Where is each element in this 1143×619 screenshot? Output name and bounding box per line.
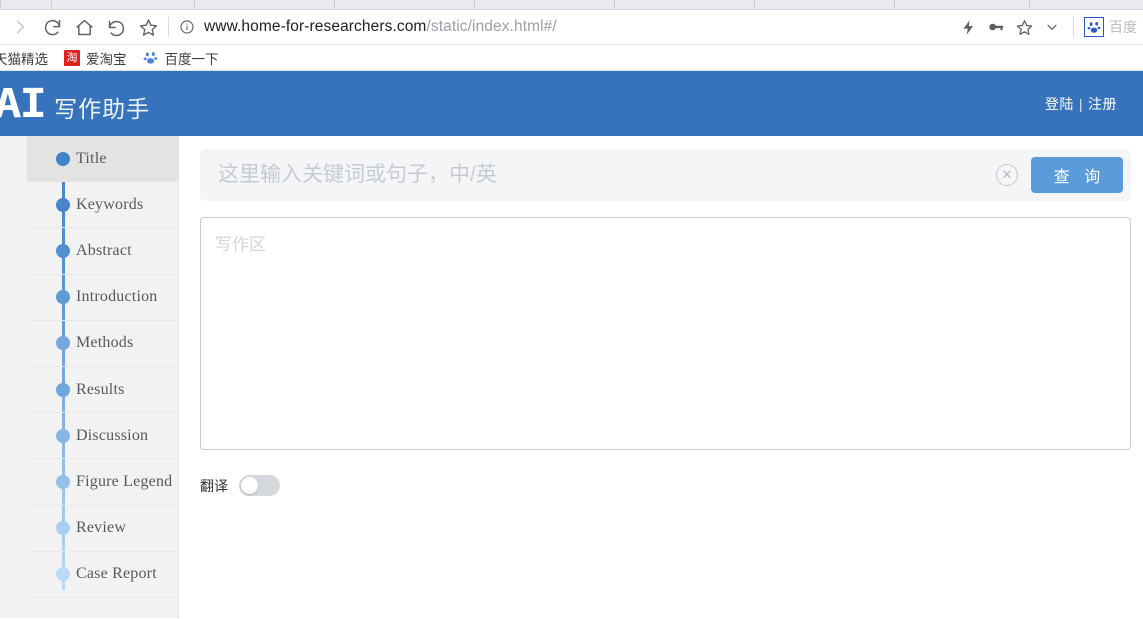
translate-label: 翻译 [200,477,228,494]
main-content: ✕ 查 询 翻译 [179,136,1143,618]
browser-chrome: www.home-for-researchers.com/static/inde… [0,0,1143,71]
search-button[interactable]: 查 询 [1031,157,1123,193]
sidebar-item-label: Case Report [76,565,157,583]
baidu-paw-icon [1084,17,1104,37]
back-arrow-icon[interactable] [100,12,132,42]
baidu-extension-button[interactable]: 百度 [1082,17,1137,37]
browser-tab[interactable] [895,0,1030,9]
sidebar-item-label: Methods [76,334,134,352]
star-icon[interactable] [132,12,164,42]
timeline-dot-icon [56,243,70,258]
logo-mark: AI [0,80,47,127]
browser-tab[interactable] [475,0,615,9]
toolbar-divider [168,17,169,37]
star-icon[interactable] [1011,13,1037,41]
bookmark-item[interactable]: 百度一下 [135,47,227,69]
timeline-dot-icon [56,197,70,212]
toggle-knob [241,477,258,494]
url-domain: www.home-for-researchers.com [204,18,427,35]
translate-toggle[interactable] [239,475,280,496]
app-body: Title Keywords Abstract Introduction Met… [0,136,1143,618]
sidebar-item-review[interactable]: Review [27,506,179,552]
sidebar-item-label: Keywords [76,195,144,213]
browser-tab[interactable] [335,0,475,9]
register-link[interactable]: 注册 [1088,96,1117,112]
reload-icon[interactable] [36,12,68,42]
sidebar-item-abstract[interactable]: Abstract [27,228,179,275]
timeline-dot-icon [56,567,70,582]
address-bar[interactable]: www.home-for-researchers.com/static/inde… [177,12,955,42]
browser-tab[interactable] [1030,0,1143,9]
sidebar-item-label: Abstract [76,241,132,259]
browser-tab[interactable] [615,0,755,9]
browser-tab[interactable] [0,0,52,9]
sidebar-item-label: Figure Legend [76,472,173,490]
auth-divider: | [1078,95,1083,112]
sidebar-item-label: Introduction [76,288,158,306]
baidu-extension-label: 百度 [1109,19,1137,35]
timeline-dot-icon [56,151,70,166]
close-circle-icon[interactable]: ✕ [996,164,1018,186]
toolbar-right-group: 百度 [955,13,1137,41]
browser-tab[interactable] [52,0,195,9]
url-text: www.home-for-researchers.com/static/inde… [204,18,557,36]
bookmark-bar: 天猫精选 淘 爱淘宝 百度一下 [0,45,1143,71]
timeline-dot-icon [56,336,70,351]
web-page: AI 写作助手 登陆|注册 Title Keywords Abstra [0,71,1143,618]
timeline-dot-icon [56,382,70,397]
search-bar: ✕ 查 询 [200,149,1131,201]
sidebar-item-keywords[interactable]: Keywords [27,182,179,229]
search-input[interactable] [218,150,996,200]
sidebar-item-figure-legend[interactable]: Figure Legend [27,459,179,506]
toolbar-divider [1073,17,1074,37]
bookmark-item[interactable]: 天猫精选 [0,47,56,69]
browser-tab[interactable] [755,0,895,9]
sidebar-item-discussion[interactable]: Discussion [27,413,179,460]
url-path: /static/index.html#/ [426,18,557,35]
translate-control: 翻译 [200,475,1131,496]
browser-tab[interactable] [195,0,335,9]
logo-text: 写作助手 [54,95,151,122]
sidebar-item-results[interactable]: Results [27,367,179,414]
chevron-down-icon[interactable] [1039,13,1065,41]
key-icon[interactable] [983,13,1009,41]
app-logo[interactable]: AI 写作助手 [0,84,150,124]
browser-tab-strip[interactable] [0,0,1143,10]
bookmark-item[interactable]: 淘 爱淘宝 [56,47,135,69]
bookmark-label: 百度一下 [164,51,219,67]
home-icon[interactable] [68,12,100,42]
auth-links: 登陆 | 注册 [1045,94,1117,114]
timeline-dot-icon [56,290,70,305]
sidebar-item-methods[interactable]: Methods [27,321,179,367]
timeline-dot-icon [56,474,70,489]
timeline-dot-icon [56,428,70,443]
sidebar-item-label: Title [76,149,107,167]
timeline-dot-icon [56,521,70,536]
sidebar-item-introduction[interactable]: Introduction [27,275,179,321]
sidebar-item-case-report[interactable]: Case Report [27,552,179,598]
info-circle-icon[interactable] [177,17,197,37]
sidebar-item-label: Results [76,380,125,398]
sidebar-item-label: Discussion [76,426,149,444]
browser-toolbar: www.home-for-researchers.com/static/inde… [0,10,1143,45]
bookmark-label: 爱淘宝 [86,51,127,67]
login-link[interactable]: 登陆 [1045,96,1074,112]
lightning-bolt-icon[interactable] [955,13,981,41]
sidebar: Title Keywords Abstract Introduction Met… [0,136,179,618]
writing-area-textarea[interactable] [200,217,1131,450]
baidu-paw-icon [143,50,159,66]
app-header: AI 写作助手 登陆| 注册 [0,71,1143,136]
forward-arrow-icon[interactable] [4,12,36,42]
bookmark-label: 天猫精选 [0,51,48,67]
sidebar-item-label: Review [76,519,127,537]
sidebar-item-title[interactable]: Title [27,136,179,183]
taobao-icon: 淘 [64,49,80,66]
